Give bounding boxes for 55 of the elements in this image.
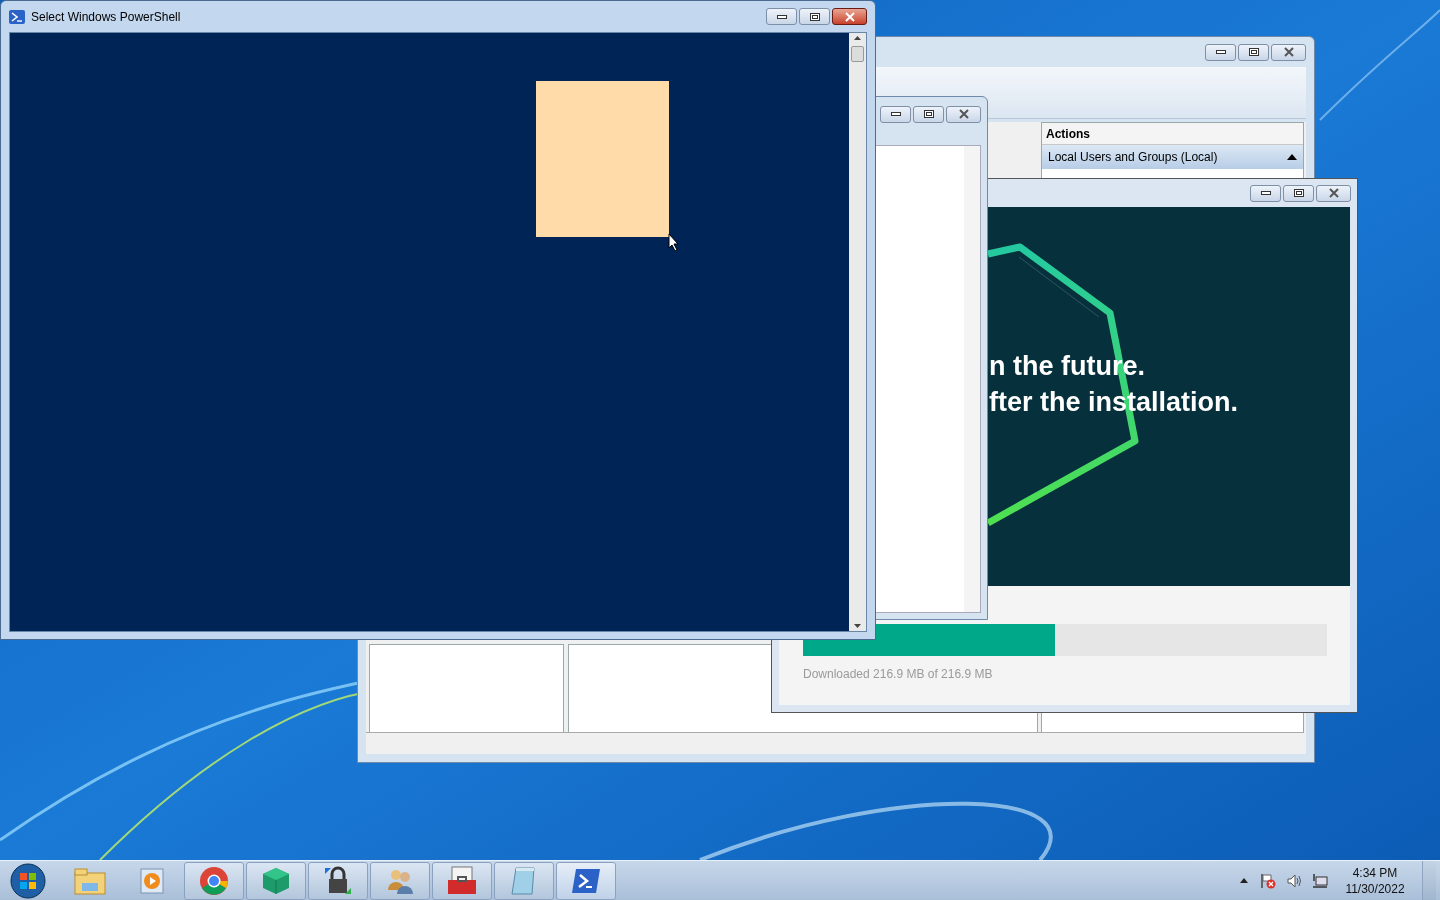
mouse-pointer-icon	[668, 233, 680, 252]
scroll-up-icon	[854, 36, 861, 40]
minimize-button[interactable]	[1205, 43, 1236, 61]
powershell-icon	[571, 867, 601, 894]
close-button[interactable]	[832, 8, 867, 25]
play-icon	[140, 867, 164, 894]
maximize-icon	[1293, 189, 1304, 197]
minimize-icon	[1215, 50, 1226, 54]
up-triangle-icon	[1240, 878, 1248, 883]
speaker-icon[interactable]	[1286, 872, 1302, 889]
close-icon	[1327, 188, 1340, 198]
notepad-icon	[510, 865, 538, 896]
minimize-button[interactable]	[880, 105, 911, 123]
chrome-taskbar-icon[interactable]	[184, 861, 244, 900]
window-title: Select Windows PowerShell	[31, 8, 182, 26]
network-icon[interactable]	[1312, 872, 1328, 889]
minimize-icon	[890, 112, 901, 116]
close-button[interactable]	[1271, 43, 1306, 61]
windows-logo-icon	[10, 862, 46, 899]
maximize-icon	[1248, 48, 1259, 56]
toolbox-taskbar-icon[interactable]	[432, 861, 492, 900]
minimize-icon	[776, 14, 787, 19]
scroll-down-icon	[854, 624, 861, 628]
maximize-icon	[923, 110, 934, 118]
vertical-scrollbar[interactable]	[849, 33, 866, 631]
clock-time[interactable]: 4:34 PM	[1352, 864, 1398, 881]
powershell-taskbar-icon[interactable]	[556, 861, 616, 900]
close-button[interactable]	[946, 105, 981, 123]
close-icon	[957, 109, 970, 119]
flag-error-icon[interactable]	[1260, 872, 1276, 889]
cube-icon	[261, 865, 291, 896]
close-icon	[843, 11, 856, 22]
collapse-triangle-icon	[1287, 154, 1297, 160]
minimize-button[interactable]	[1250, 184, 1281, 202]
close-button[interactable]	[1316, 184, 1351, 202]
actions-section-row[interactable]: Local Users and Groups (Local)	[1042, 145, 1303, 169]
maximize-button[interactable]	[799, 8, 830, 25]
folder-icon	[74, 866, 106, 895]
maximize-icon	[809, 12, 820, 21]
actions-header: Actions	[1042, 123, 1303, 145]
vertical-scrollbar[interactable]	[964, 146, 980, 612]
maximize-button[interactable]	[1283, 184, 1314, 202]
security-taskbar-icon[interactable]	[308, 861, 368, 900]
clock-date[interactable]: 11/30/2022	[1345, 880, 1405, 897]
minimize-button[interactable]	[766, 8, 797, 25]
scrollbar-thumb[interactable]	[851, 46, 864, 62]
maximize-button[interactable]	[913, 105, 944, 123]
minimize-icon	[1260, 191, 1271, 195]
chrome-icon	[199, 865, 229, 896]
maximize-button[interactable]	[1238, 43, 1269, 61]
download-status-text: Downloaded 216.9 MB of 216.9 MB	[803, 666, 994, 683]
padlock-icon	[323, 865, 353, 896]
close-icon	[1282, 47, 1295, 57]
toolbox-icon	[446, 865, 478, 896]
powershell-icon	[9, 9, 25, 24]
